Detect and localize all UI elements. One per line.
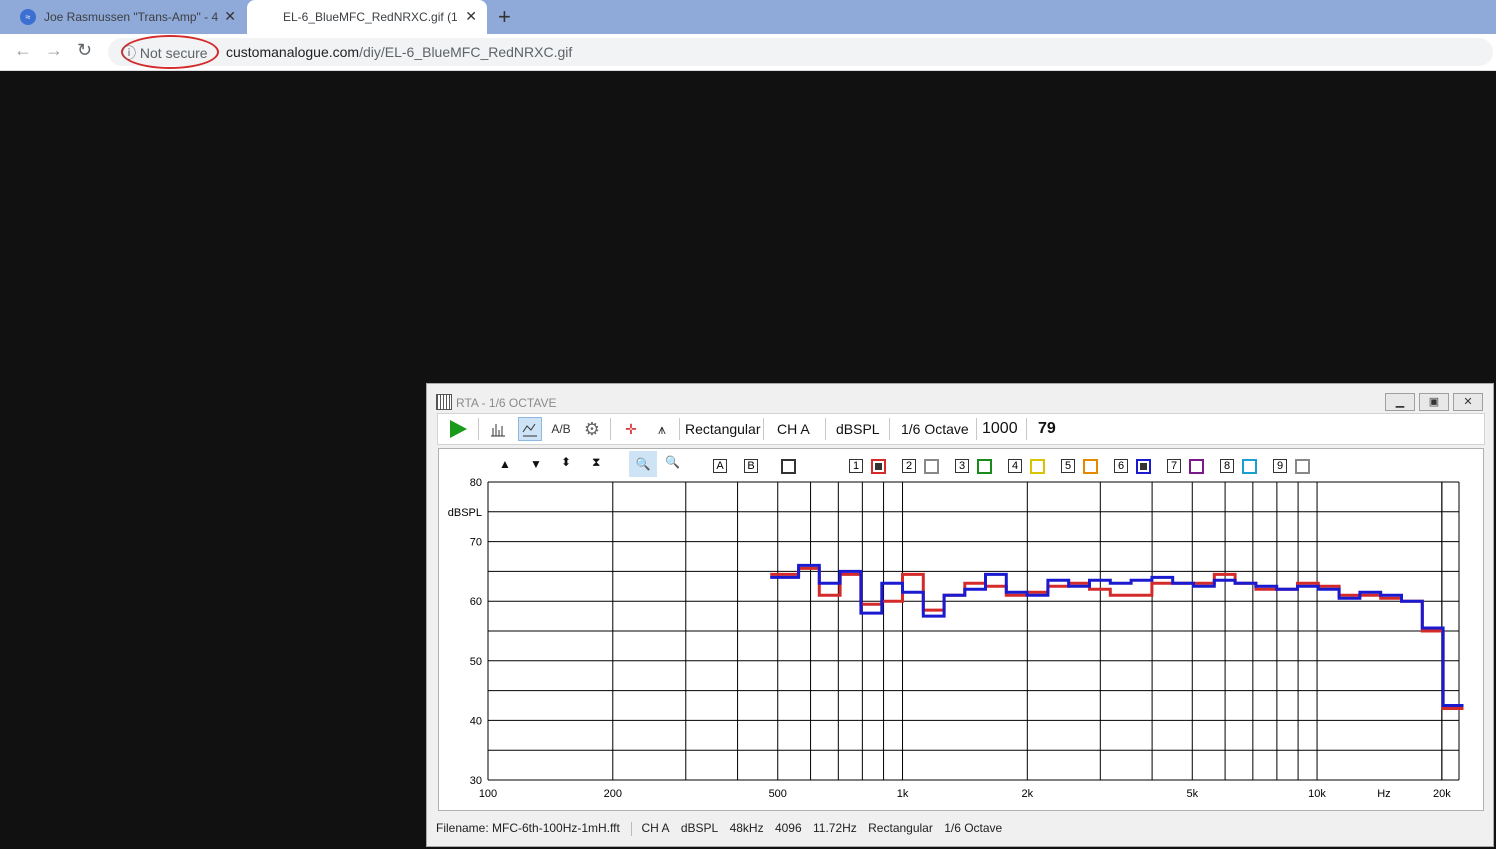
x-tick-label: 2k — [1022, 788, 1034, 800]
x-tick-label: 200 — [604, 788, 622, 800]
frequency-readout: 1000 — [982, 420, 1018, 437]
status-fft: 4096 — [774, 821, 802, 835]
ab-compare-icon[interactable]: A/B — [549, 417, 573, 441]
close-tab-icon[interactable]: ✕ — [224, 8, 236, 25]
rta-window: RTA - 1/6 OCTAVE ▁ ▣ ✕ A/B ⚙ ✛ ⩚ Rectang… — [426, 383, 1494, 847]
y-tick-label: 40 — [470, 715, 482, 727]
x-tick-label: 500 — [769, 788, 787, 800]
close-tab-icon[interactable]: ✕ — [465, 8, 477, 25]
url-path: /diy/EL-6_BlueMFC_RedNRXC.gif — [359, 44, 573, 60]
rta-title: RTA - 1/6 OCTAVE — [456, 396, 557, 410]
x-tick-label: 1k — [897, 788, 909, 800]
y-tick-label: 50 — [470, 656, 482, 668]
y-axis-label: dBSPL — [448, 507, 482, 519]
x-tick-label: 5k — [1186, 788, 1198, 800]
new-tab-icon[interactable]: + — [498, 4, 511, 30]
url-text[interactable]: customanalogue.com/diy/EL-6_BlueMFC_RedN… — [226, 44, 572, 60]
separator — [679, 418, 680, 440]
line-graph-icon[interactable] — [518, 417, 542, 441]
address-bar[interactable]: ⓘ Not secure customanalogue.com/diy/EL-6… — [108, 35, 1493, 69]
separator — [478, 418, 479, 440]
separator — [825, 418, 826, 440]
separator — [976, 418, 977, 440]
close-button[interactable]: ✕ — [1453, 393, 1483, 411]
rta-toolbar: A/B ⚙ ✛ ⩚ Rectangular CH A dBSPL 1/6 Oct… — [437, 413, 1485, 445]
status-bar: Filename: MFC-6th-100Hz-1mH.fft CH A dBS… — [436, 821, 1010, 836]
x-tick-label: 10k — [1308, 788, 1326, 800]
status-filename: Filename: MFC-6th-100Hz-1mH.fft — [436, 821, 620, 835]
status-units: dBSPL — [680, 821, 719, 835]
status-window: Rectangular — [868, 821, 933, 835]
maximize-button[interactable]: ▣ — [1419, 393, 1449, 411]
x-axis-label: Hz — [1377, 788, 1390, 800]
level-readout: 79 — [1038, 420, 1056, 437]
x-tick-label: 20k — [1433, 788, 1451, 800]
security-label: Not secure — [139, 45, 208, 61]
status-resolution: 1/6 Octave — [944, 821, 1003, 835]
separator — [763, 418, 764, 440]
reload-icon[interactable]: ↻ — [77, 40, 92, 61]
units-select[interactable]: dBSPL — [836, 414, 880, 444]
peak-marker-icon[interactable]: ⩚ — [650, 417, 674, 441]
x-tick-label: 100 — [479, 788, 497, 800]
resolution-select[interactable]: 1/6 Octave — [901, 414, 969, 444]
y-tick-label: 30 — [470, 775, 482, 787]
tab-title: EL-6_BlueMFC_RedNRXC.gif (1068 — [283, 10, 457, 24]
separator — [610, 418, 611, 440]
separator — [1026, 418, 1027, 440]
red-series-line — [770, 566, 1464, 710]
browser-tab-strip: ≈ Joe Rasmussen "Trans-Amp" - 40 ✕ EL-6_… — [0, 0, 1496, 34]
bar-graph-icon[interactable] — [486, 417, 510, 441]
status-rate: 48kHz — [729, 821, 764, 835]
blue-series-line — [770, 563, 1464, 707]
minimize-button[interactable]: ▁ — [1385, 393, 1415, 411]
rta-chart: 80 70 60 50 40 30 dBSPL 100 200 500 1k 2k 5k 10k Hz 20k — [448, 477, 1464, 800]
tab-title: Joe Rasmussen "Trans-Amp" - 40 — [44, 10, 218, 24]
tab-joe-rasmussen[interactable]: ≈ Joe Rasmussen "Trans-Amp" - 40 ✕ — [8, 0, 246, 34]
back-arrow-icon[interactable]: ← — [14, 40, 32, 61]
site-favicon-icon: ≈ — [20, 9, 36, 25]
plot-frame: ▲ ▼ ⬍ ⧗ 🔍 🔍 A B 123456789 80 70 60 50 40 30 dB… — [438, 448, 1484, 811]
security-indicator[interactable]: ⓘ Not secure — [122, 43, 208, 63]
browser-toolbar: ← → ↻ ⓘ Not secure customanalogue.com/di… — [0, 34, 1496, 71]
channel-select[interactable]: CH A — [777, 414, 810, 444]
play-icon[interactable] — [446, 417, 470, 441]
separator — [889, 418, 890, 440]
rta-app-icon — [436, 394, 452, 410]
status-channel: CH A — [641, 821, 670, 835]
cursor-crosshair-icon[interactable]: ✛ — [619, 417, 643, 441]
info-icon: ⓘ — [122, 45, 136, 61]
forward-arrow-icon[interactable]: → — [45, 40, 63, 61]
url-host: customanalogue.com — [226, 44, 360, 60]
status-bin: 11.72Hz — [812, 821, 857, 835]
tab-active-gif[interactable]: EL-6_BlueMFC_RedNRXC.gif (1068 ✕ — [247, 0, 487, 34]
gear-icon[interactable]: ⚙ — [580, 417, 604, 441]
y-tick-label: 60 — [470, 596, 482, 608]
y-tick-label: 80 — [470, 477, 482, 489]
window-type-select[interactable]: Rectangular — [685, 414, 761, 444]
y-tick-label: 70 — [470, 537, 482, 549]
